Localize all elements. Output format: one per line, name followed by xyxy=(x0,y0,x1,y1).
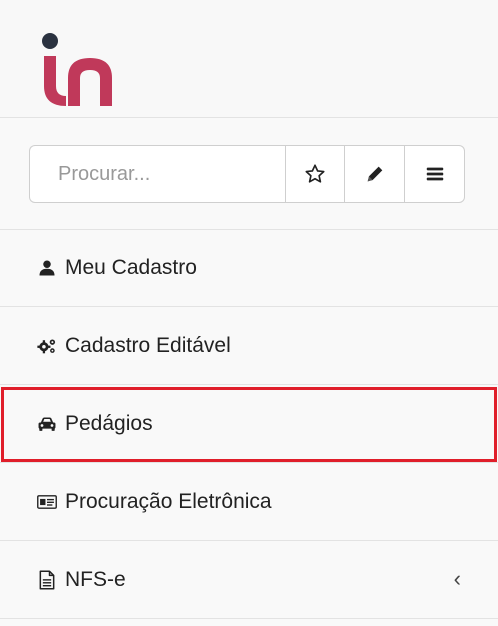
logo-bar xyxy=(0,0,498,118)
favorites-button[interactable] xyxy=(285,145,345,203)
search-group xyxy=(29,145,465,203)
edit-button[interactable] xyxy=(345,145,405,203)
menu-item-label: NFS-e xyxy=(65,568,126,591)
user-icon xyxy=(37,258,57,278)
id-card-icon xyxy=(37,492,57,512)
menu-item-pedagios[interactable]: Pedágios xyxy=(0,386,498,463)
menu-bars-icon xyxy=(426,167,443,181)
document-icon xyxy=(37,570,57,590)
search-input[interactable] xyxy=(29,145,285,203)
chevron-left-icon[interactable]: ‹ xyxy=(454,566,461,592)
menu-item-meu-cadastro[interactable]: Meu Cadastro xyxy=(0,230,498,307)
star-outline-icon xyxy=(305,164,325,183)
menu-item-label: Pedágios xyxy=(65,412,153,435)
app-logo[interactable] xyxy=(40,32,130,112)
menu-item-procuracao-eletronica[interactable]: Procuração Eletrônica xyxy=(0,464,498,541)
menu-item-label: Meu Cadastro xyxy=(65,256,197,279)
menu-item-label: Procuração Eletrônica xyxy=(65,490,272,513)
sidebar: Meu Cadastro Cadastro Editável xyxy=(0,0,498,626)
car-icon xyxy=(37,414,57,434)
menu-item-nfs-e[interactable]: NFS-e ‹ xyxy=(0,542,498,619)
menu-item-label: Cadastro Editável xyxy=(65,334,231,357)
gears-icon xyxy=(37,336,57,356)
menu-item-cadastro-editavel[interactable]: Cadastro Editável xyxy=(0,308,498,385)
pencil-icon xyxy=(367,166,382,182)
search-row xyxy=(0,118,498,230)
menu-button[interactable] xyxy=(405,145,465,203)
